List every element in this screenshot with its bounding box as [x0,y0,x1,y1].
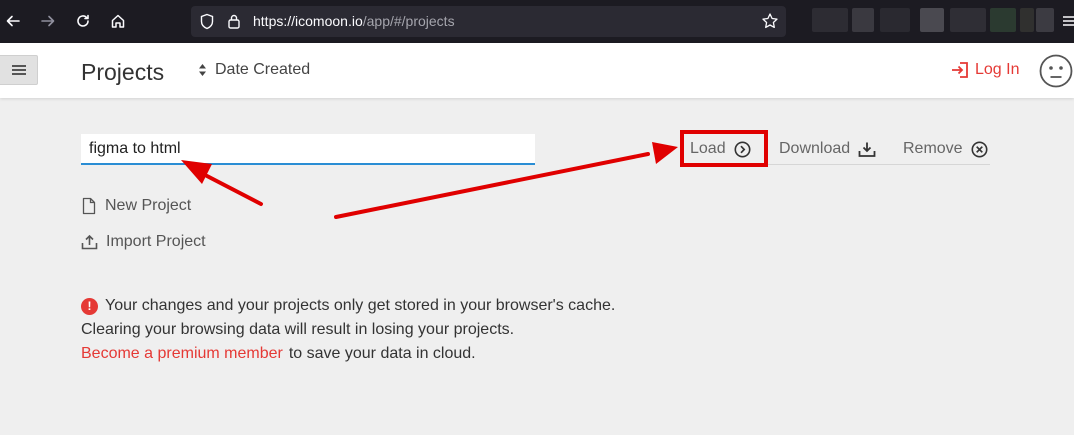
browser-toolbar: https://icomoon.io/app/#/projects [0,0,1074,43]
user-avatar-icon[interactable] [1039,54,1073,88]
tracking-shield-icon[interactable] [199,13,215,35]
warning-icon: ! [81,297,98,315]
home-icon[interactable] [107,10,129,32]
arrow-to-load-head [652,142,678,164]
blurred-extension-icon [880,8,910,32]
download-icon [858,142,876,157]
blurred-extension-icon [1036,8,1054,32]
app-header: Projects Date Created Log In [0,43,1074,98]
url-path: /app/#/projects [362,13,455,29]
storage-notice: ! Your changes and your projects only ge… [81,294,615,366]
blurred-extension-icon [920,8,944,32]
download-button[interactable]: Download [779,140,876,158]
blurred-extension-icon [1020,8,1034,32]
blurred-extension-icon [950,8,986,32]
arrow-to-input-shaft [205,174,263,206]
import-icon [81,234,98,250]
sort-selector[interactable]: Date Created [198,61,310,79]
app-menu-icon[interactable] [1062,10,1074,32]
new-project-button[interactable]: New Project [81,197,191,215]
import-project-label: Import Project [106,233,206,250]
blurred-extension-icon [990,8,1016,32]
hamburger-menu-button[interactable] [0,55,38,85]
login-button[interactable]: Log In [950,61,1019,79]
import-project-button[interactable]: Import Project [81,233,206,251]
notice-line-3: to save your data in cloud. [288,345,476,362]
new-file-icon [82,197,96,215]
notice-line-2: Clearing your browsing data will result … [81,321,515,338]
lock-icon[interactable] [227,13,241,35]
notice-line-1: Your changes and your projects only get … [105,297,616,314]
remove-label: Remove [903,140,963,157]
hamburger-icon [11,65,26,75]
blurred-extension-icon [812,8,848,32]
forward-icon[interactable] [37,10,59,32]
download-label: Download [779,140,851,157]
new-project-label: New Project [105,197,192,214]
back-icon[interactable] [2,10,24,32]
login-icon [952,62,968,78]
bookmark-star-icon[interactable] [761,12,779,35]
blurred-extension-icon [852,8,874,32]
url-bar[interactable]: https://icomoon.io/app/#/projects [191,6,786,37]
premium-member-link[interactable]: Become a premium member [81,342,283,366]
url-text: https://icomoon.io/app/#/projects [253,13,455,29]
reload-icon[interactable] [72,10,94,32]
page-title: Projects [81,59,165,85]
url-host: https://icomoon.io [253,13,363,29]
remove-button[interactable]: Remove [903,140,988,158]
close-circle-icon [971,141,988,157]
sort-label: Date Created [215,61,311,78]
login-label: Log In [975,61,1020,78]
load-highlight-box [680,130,768,167]
project-name-input[interactable] [81,134,535,165]
sort-arrows-icon [199,64,206,76]
